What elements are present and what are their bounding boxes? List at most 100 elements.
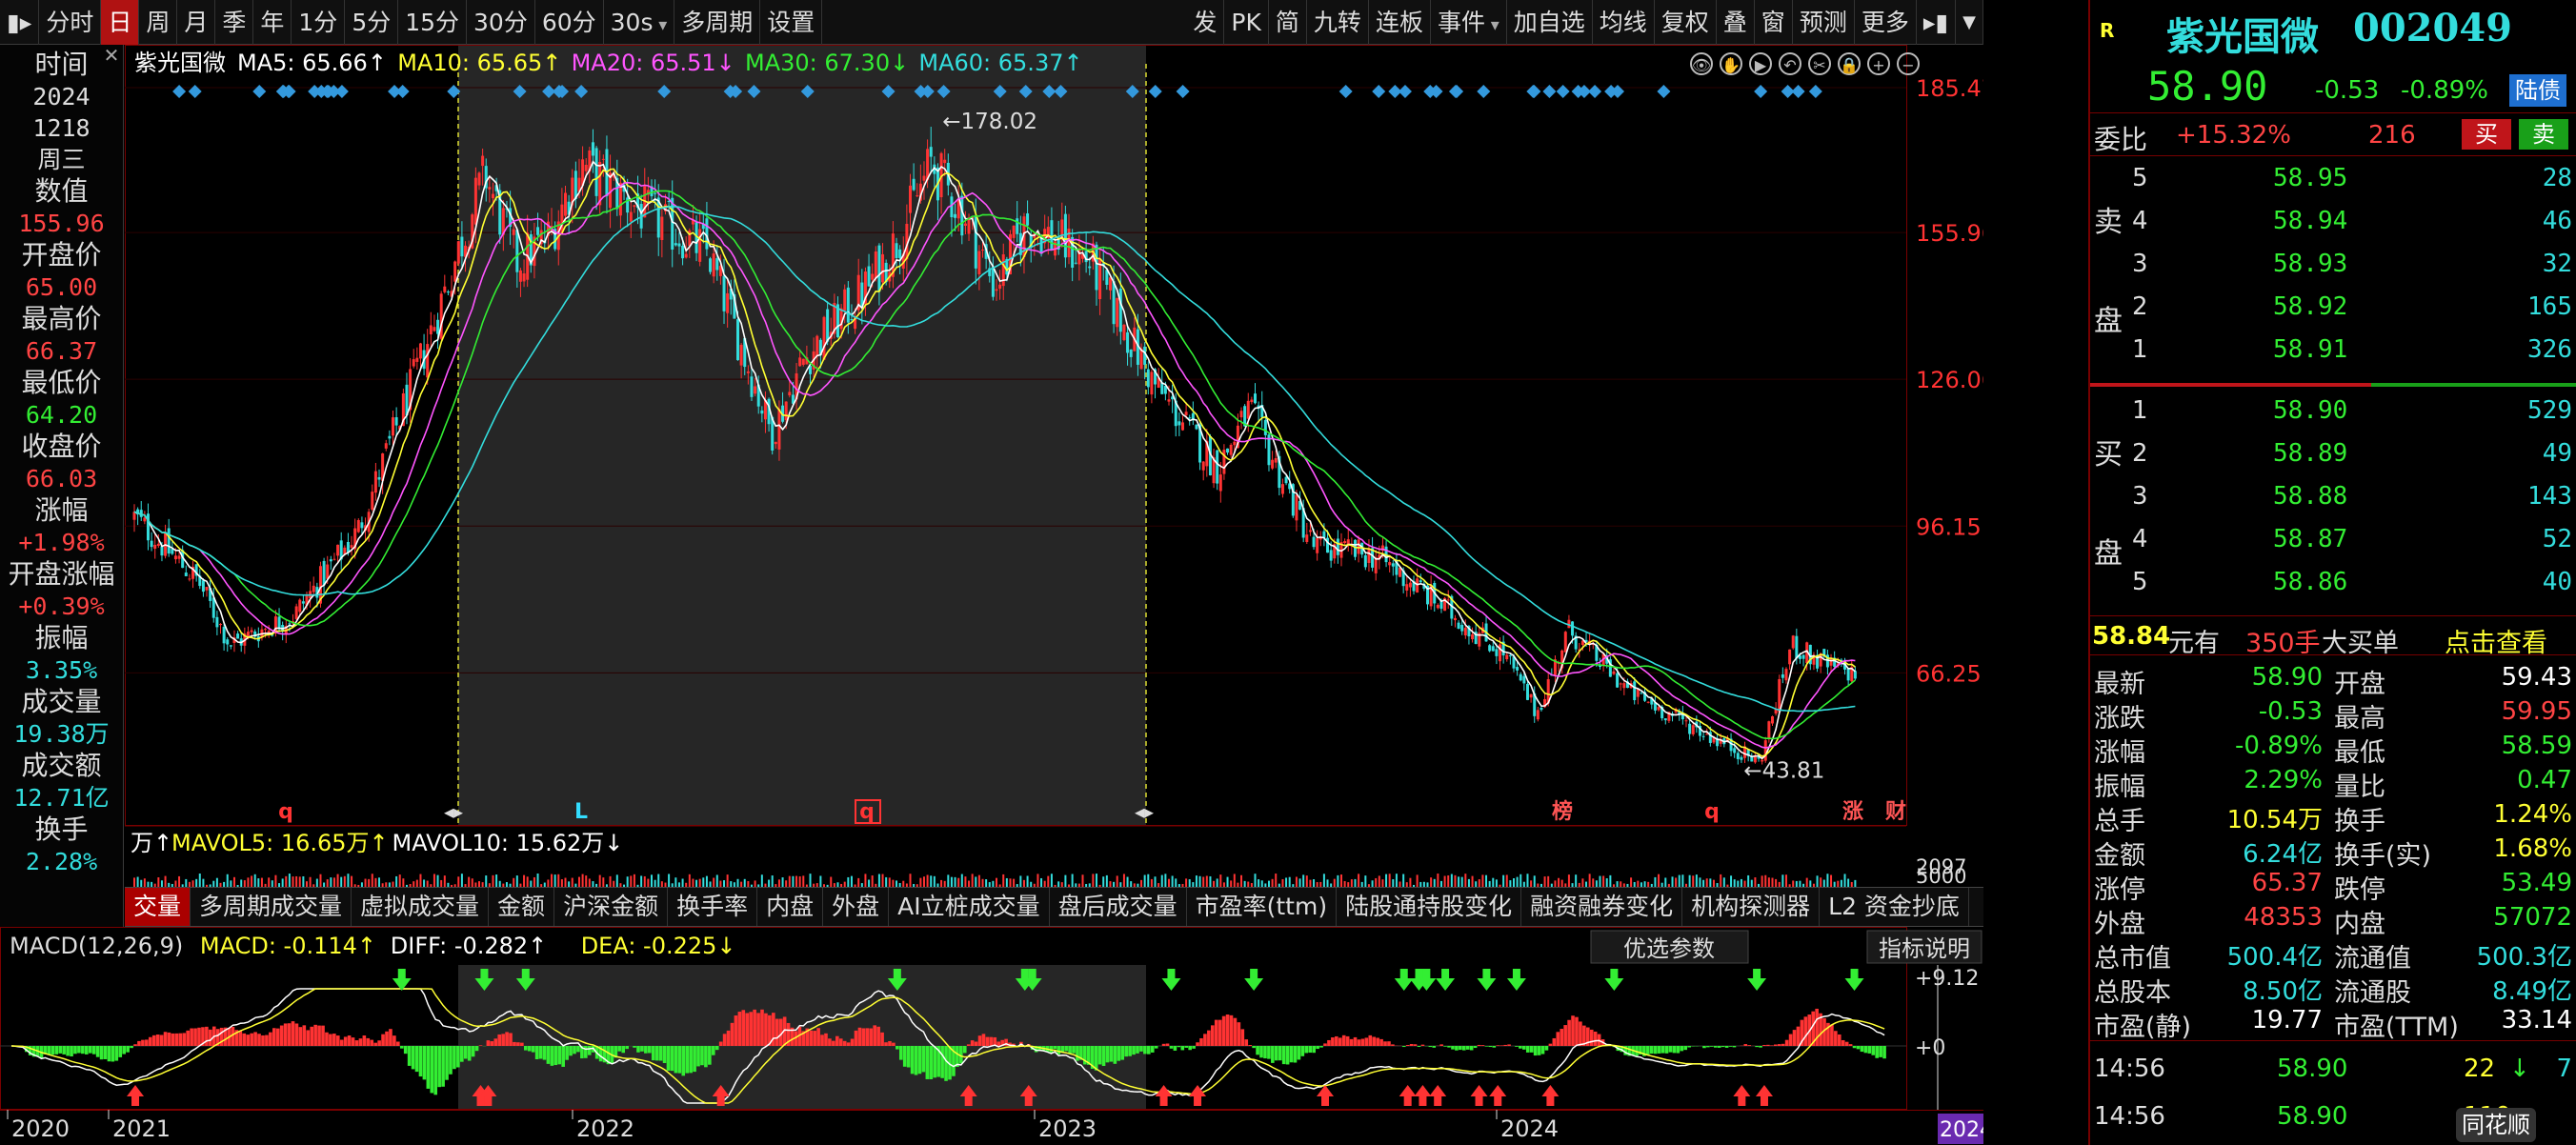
book-price[interactable]: 58.95 (2273, 164, 2347, 192)
indicator-help-button[interactable]: 指标说明 (1866, 930, 1982, 964)
btn-add-watchlist[interactable]: 加自选 (1507, 0, 1593, 45)
book-volume: 143 (2527, 482, 2572, 511)
volume-bar (1102, 876, 1105, 887)
buy-button[interactable]: 买 (2462, 119, 2511, 150)
indicator-tab[interactable]: 外盘 (823, 888, 890, 926)
sell-button[interactable]: 卖 (2519, 119, 2568, 150)
event-marker[interactable]: L (574, 800, 588, 824)
tab-5min[interactable]: 5分 (345, 0, 399, 45)
indicator-tab[interactable]: 机构探测器 (1682, 888, 1821, 926)
event-marker[interactable]: 涨 (1842, 800, 1863, 824)
book-price[interactable]: 58.93 (2273, 250, 2347, 278)
macd-panel[interactable]: MACD(12,26,9) MACD: -0.114↑ DIFF: -0.282↑ D… (0, 927, 1983, 1110)
menu-chevron-down-icon[interactable]: ▼ (1956, 0, 1983, 45)
book-price[interactable]: 58.91 (2273, 335, 2347, 364)
btn-lianban[interactable]: 连板 (1369, 0, 1431, 45)
tab-30s[interactable]: 30s (604, 0, 675, 45)
book-price[interactable]: 58.94 (2273, 207, 2347, 235)
book-price[interactable]: 58.92 (2273, 292, 2347, 321)
tab-intraday[interactable]: 分时 (39, 0, 102, 45)
btn-overlay[interactable]: 叠 (1717, 0, 1755, 45)
candle-body (629, 211, 633, 222)
event-marker[interactable]: q (859, 800, 875, 824)
indicator-tab[interactable]: AI立桩成交量 (889, 888, 1050, 926)
btn-simple[interactable]: 简 (1269, 0, 1307, 45)
indicator-tab[interactable]: 融资融券变化 (1521, 888, 1683, 926)
tab-monthly[interactable]: 月 (177, 0, 216, 45)
macd-bar (1360, 1038, 1365, 1046)
volume-panel[interactable]: 万↑MAVOL5: 16.65万↑ MAVOL10: 15.62万↓2097500… (125, 826, 1983, 887)
tab-15min[interactable]: 15分 (398, 0, 468, 45)
btn-window[interactable]: 窗 (1755, 0, 1793, 45)
toggle-panel-icon[interactable]: ▮▸ (0, 0, 40, 45)
range-handle-icon[interactable]: ◂▸ (1135, 800, 1154, 823)
volume-bar (1288, 876, 1291, 887)
tab-weekly[interactable]: 周 (139, 0, 178, 45)
indicator-tab[interactable]: 交量 (125, 888, 191, 926)
tab-1min[interactable]: 1分 (292, 0, 346, 45)
book-price[interactable]: 58.89 (2273, 439, 2347, 468)
tab-60min[interactable]: 60分 (535, 0, 604, 45)
btn-fa[interactable]: 发 (1186, 0, 1225, 45)
tab-daily[interactable]: 日 (101, 0, 140, 45)
macd-bar (1293, 1046, 1298, 1063)
btn-ma[interactable]: 均线 (1593, 0, 1655, 45)
macd-bar (1657, 1046, 1661, 1054)
btn-adjust[interactable]: 复权 (1655, 0, 1717, 45)
btn-more[interactable]: 更多 (1855, 0, 1917, 45)
lock-icon[interactable]: 🔒 (1838, 52, 1861, 75)
volume-bar (1754, 877, 1757, 887)
btn-forecast[interactable]: 预测 (1793, 0, 1855, 45)
event-marker[interactable]: 榜 (1552, 799, 1573, 824)
connect-badge[interactable]: 陆债 (2509, 74, 2566, 107)
stat-label: 量比 (2334, 773, 2385, 802)
book-price[interactable]: 58.87 (2273, 525, 2347, 553)
candle-body (1457, 622, 1460, 629)
indicator-tab[interactable]: 内盘 (757, 888, 824, 926)
collapse-right-icon[interactable]: ▸▮ (1917, 0, 1957, 45)
btn-jiuzhuan[interactable]: 九转 (1307, 0, 1369, 45)
tab-30min[interactable]: 30分 (467, 0, 535, 45)
event-marker[interactable]: q (278, 800, 293, 824)
btn-pk[interactable]: PK (1224, 0, 1269, 45)
range-handle-icon[interactable]: ◂▸ (444, 800, 463, 823)
volume-bar (1122, 874, 1125, 887)
event-marker[interactable]: 财 (1885, 800, 1906, 824)
book-price[interactable]: 58.86 (2273, 568, 2347, 596)
indicator-tab[interactable]: 沪深金额 (554, 888, 669, 926)
candle-body (867, 266, 871, 287)
macd-bar (726, 1030, 731, 1046)
book-price[interactable]: 58.90 (2273, 396, 2347, 425)
tab-multi-period[interactable]: 多周期 (674, 0, 761, 45)
event-marker[interactable]: q (1704, 800, 1720, 824)
macd-bar (966, 1044, 971, 1046)
candle-body (1218, 474, 1222, 492)
indicator-tab[interactable]: 陆股通持股变化 (1337, 888, 1522, 926)
big-order-link[interactable]: 点击查看 (2445, 622, 2547, 659)
book-price[interactable]: 58.88 (2273, 482, 2347, 511)
tab-yearly[interactable]: 年 (253, 0, 292, 45)
tab-quarterly[interactable]: 季 (215, 0, 254, 45)
indicator-tab[interactable]: 多周期成交量 (191, 888, 352, 926)
params-button[interactable]: 优选参数 (1590, 930, 1749, 964)
volume-bar (485, 875, 488, 887)
btn-events[interactable]: 事件 (1431, 0, 1507, 45)
tab-settings[interactable]: 设置 (760, 0, 823, 45)
selection-band[interactable] (458, 45, 1146, 826)
stock-name[interactable]: 紫光国微 (2166, 6, 2319, 61)
volume-bar (1226, 876, 1229, 887)
volume-bar (615, 874, 618, 887)
hand-icon[interactable]: ✋ (1720, 52, 1742, 75)
indicator-tab[interactable]: 换手率 (668, 888, 758, 926)
eye-icon[interactable]: 👁 (1690, 52, 1713, 75)
stock-code[interactable]: 002049 (2353, 6, 2512, 50)
close-icon[interactable]: ✕ (101, 45, 122, 66)
kline-chart[interactable]: 185.47 155.96 126.06 96.15 66.25 紫光国微 MA5: 65.… (125, 45, 1983, 826)
indicator-tab[interactable]: 市盈率(ttm) (1187, 888, 1338, 926)
indicator-tab[interactable]: L2 资金抄底 (1820, 888, 1969, 926)
indicator-tab[interactable]: 盘后成交量 (1050, 888, 1187, 926)
indicator-tab[interactable]: 金额 (489, 888, 555, 926)
macd-bar (1136, 1046, 1139, 1054)
indicator-tab[interactable]: 虚拟成交量 (352, 888, 490, 926)
volume-bar (688, 874, 691, 887)
